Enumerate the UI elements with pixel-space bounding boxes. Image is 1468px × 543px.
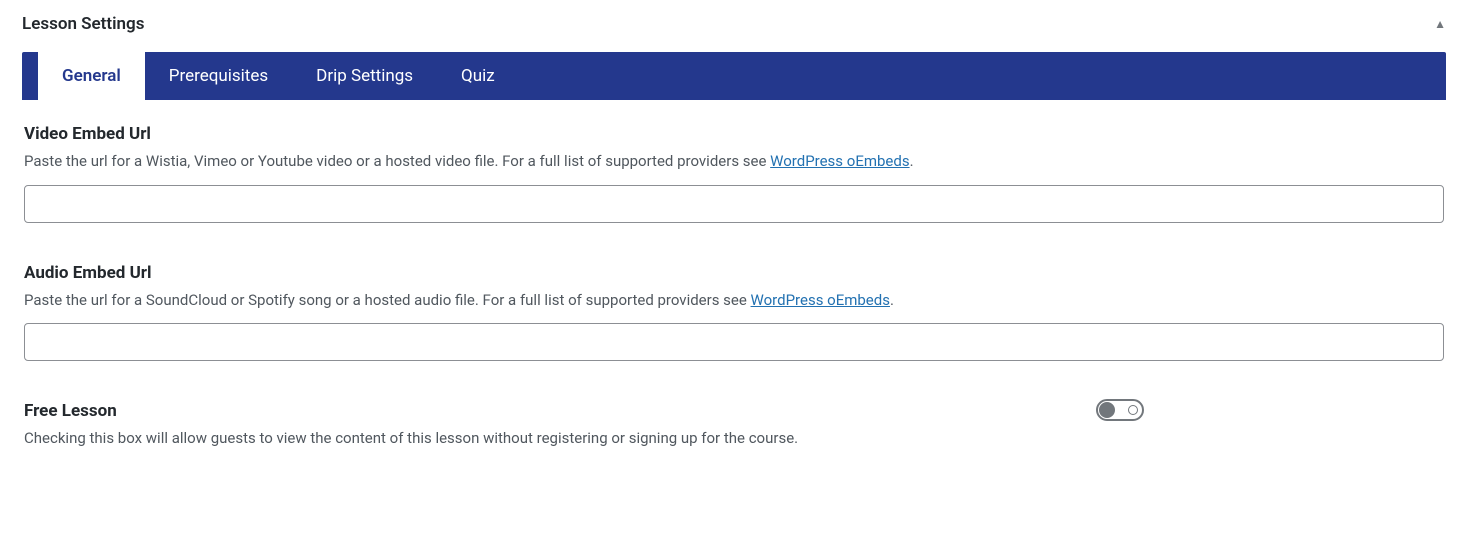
collapse-icon[interactable]: ▲ — [1434, 17, 1446, 31]
tab-prerequisites[interactable]: Prerequisites — [145, 52, 292, 100]
toggle-knob-icon — [1099, 402, 1115, 418]
tab-drip-settings[interactable]: Drip Settings — [292, 52, 437, 100]
toggle-ring-icon — [1128, 405, 1138, 415]
tab-general[interactable]: General — [38, 52, 145, 100]
video-oembeds-link[interactable]: WordPress oEmbeds — [770, 152, 909, 170]
tabs-bar: General Prerequisites Drip Settings Quiz — [22, 52, 1446, 100]
video-embed-description: Paste the url for a Wistia, Vimeo or You… — [24, 150, 1444, 173]
audio-embed-input[interactable] — [24, 323, 1444, 361]
video-embed-input[interactable] — [24, 185, 1444, 223]
audio-embed-label: Audio Embed Url — [24, 263, 1444, 283]
tab-quiz[interactable]: Quiz — [437, 52, 519, 100]
video-embed-label: Video Embed Url — [24, 124, 1444, 144]
free-lesson-toggle[interactable] — [1096, 399, 1144, 421]
free-lesson-description: Checking this box will allow guests to v… — [24, 427, 1056, 450]
audio-oembeds-link[interactable]: WordPress oEmbeds — [751, 291, 890, 309]
free-lesson-label: Free Lesson — [24, 401, 1056, 421]
audio-embed-description: Paste the url for a SoundCloud or Spotif… — [24, 289, 1444, 312]
panel-title: Lesson Settings — [22, 14, 144, 34]
